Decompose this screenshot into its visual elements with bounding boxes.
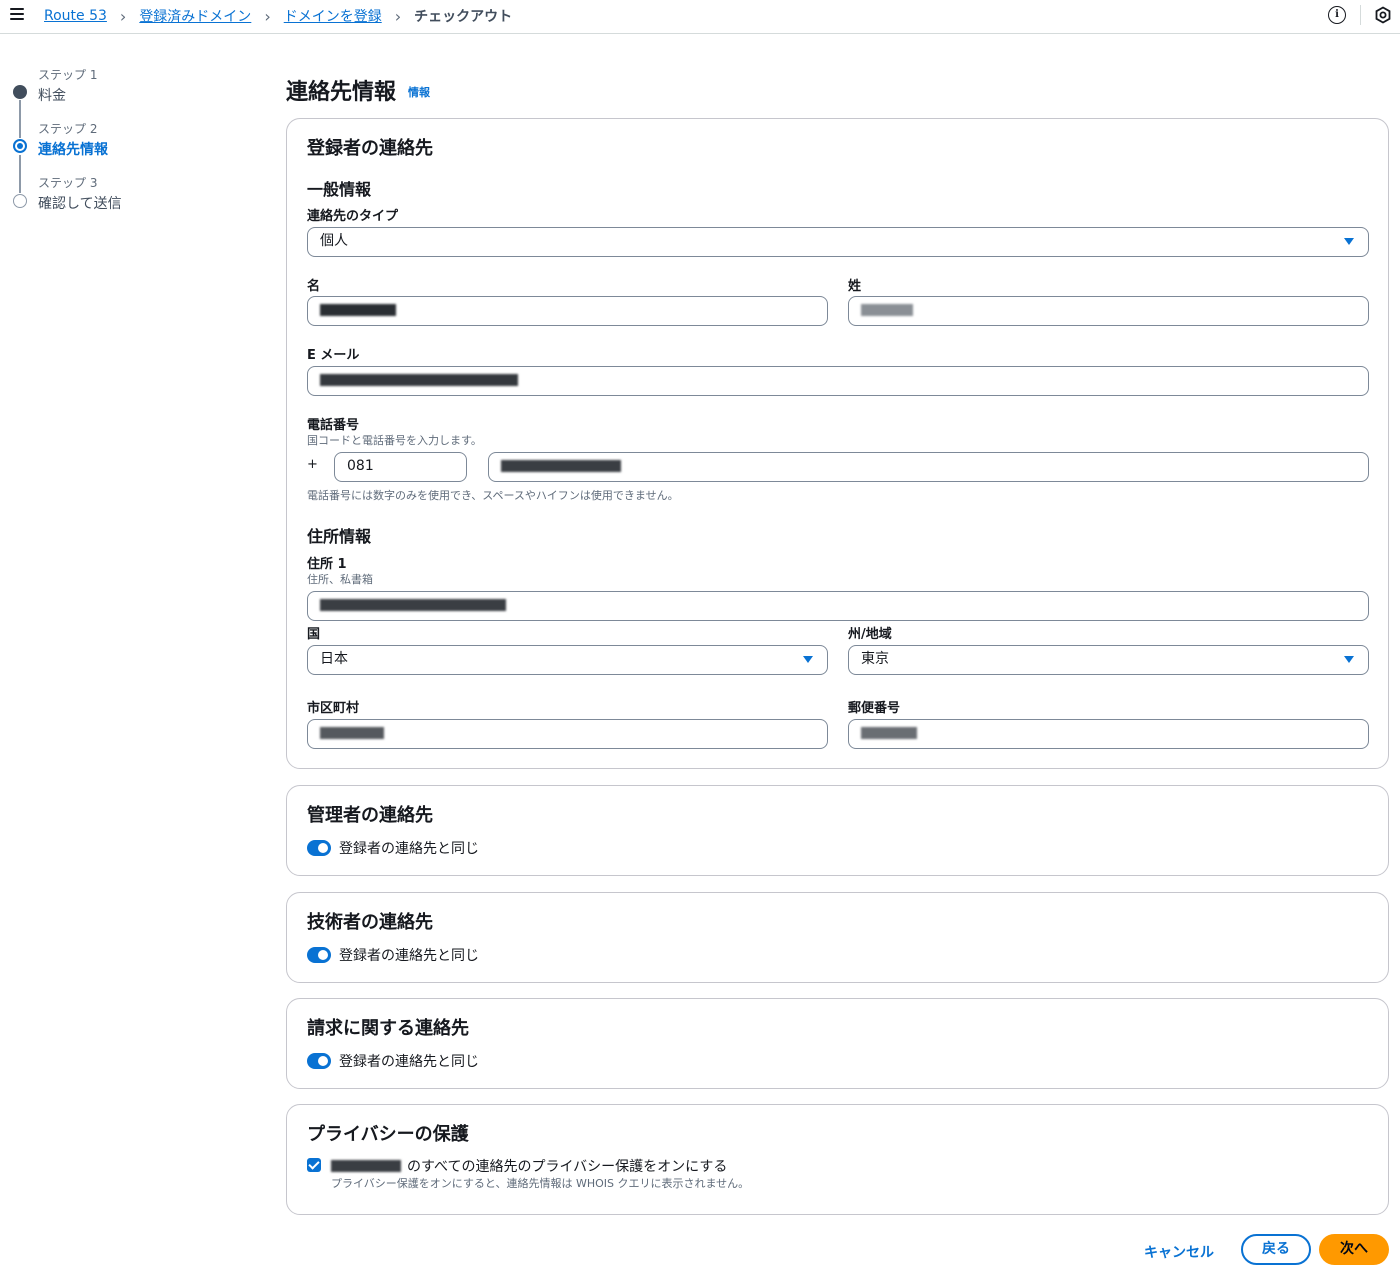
redacted-value: [861, 727, 917, 739]
cancel-button[interactable]: キャンセル: [1136, 1238, 1222, 1266]
page-title: 連絡先情報: [286, 80, 397, 105]
admin-contact-card: 管理者の連絡先 登録者の連絡先と同じ: [286, 785, 1389, 876]
caret-down-icon: [1344, 656, 1354, 663]
hexagon-icon[interactable]: [1374, 6, 1392, 24]
tech-contact-title: 技術者の連絡先: [307, 912, 433, 933]
phone-hint: 電話番号には数字のみを使用でき、スペースやハイフンは使用できません。: [307, 489, 679, 502]
breadcrumb-route53-link[interactable]: Route 53: [44, 8, 107, 24]
country-code-value: 081: [347, 458, 374, 474]
country-value: 日本: [320, 651, 348, 667]
redacted-value: [501, 460, 621, 472]
step-number: ステップ 3: [38, 176, 98, 190]
first-name-input[interactable]: [307, 296, 828, 326]
step-2[interactable]: ステップ 2 連絡先情報: [0, 118, 240, 162]
redacted-value: [320, 599, 506, 611]
privacy-protection-title: プライバシーの保護: [307, 1124, 469, 1145]
address1-input[interactable]: [307, 591, 1369, 621]
step-label: 料金: [38, 88, 66, 104]
city-label: 市区町村: [307, 701, 360, 716]
redacted-value: [861, 304, 913, 316]
info-link[interactable]: 情報: [408, 84, 430, 100]
contact-type-select[interactable]: 個人: [307, 227, 1369, 257]
contact-type-value: 個人: [320, 233, 348, 249]
postal-code-input[interactable]: [848, 719, 1369, 749]
billing-same-toggle[interactable]: [307, 1053, 331, 1069]
state-value: 東京: [861, 651, 889, 667]
step-label: 連絡先情報: [38, 142, 108, 158]
last-name-input[interactable]: [848, 296, 1369, 326]
admin-same-as-registrant: 登録者の連絡先と同じ: [307, 838, 479, 858]
billing-contact-title: 請求に関する連絡先: [307, 1018, 469, 1039]
email-label: E メール: [307, 348, 360, 363]
redacted-value: [320, 304, 396, 316]
address1-description: 住所、私書箱: [307, 573, 373, 586]
breadcrumb: Route 53 › 登録済みドメイン › ドメインを登録 › チェックアウト: [44, 6, 512, 26]
last-name-label: 姓: [848, 279, 862, 294]
email-input[interactable]: [307, 366, 1369, 396]
registrant-contact-card: 登録者の連絡先 一般情報 連絡先のタイプ 個人 名 姓 E メール 電話番号 国…: [286, 118, 1389, 769]
step-3: ステップ 3 確認して送信: [0, 172, 240, 216]
country-select[interactable]: 日本: [307, 645, 828, 675]
phone-number-input[interactable]: [488, 452, 1369, 482]
redacted-value: [320, 727, 384, 739]
phone-description: 国コードと電話番号を入力します。: [307, 434, 482, 447]
country-code-input[interactable]: 081: [334, 452, 467, 482]
city-input[interactable]: [307, 719, 828, 749]
breadcrumb-registered-domains-link[interactable]: 登録済みドメイン: [139, 6, 251, 26]
state-select[interactable]: 東京: [848, 645, 1369, 675]
toolbar-divider: [1360, 5, 1361, 25]
plus-sign: +: [307, 457, 318, 472]
address1-label: 住所 1: [307, 557, 347, 572]
country-label: 国: [307, 627, 321, 642]
privacy-protection-checkbox[interactable]: [307, 1158, 321, 1172]
billing-contact-card: 請求に関する連絡先 登録者の連絡先と同じ: [286, 998, 1389, 1089]
tech-contact-card: 技術者の連絡先 登録者の連絡先と同じ: [286, 892, 1389, 983]
address-info-heading: 住所情報: [307, 527, 372, 546]
chevron-right-icon: ›: [119, 6, 127, 26]
general-info-heading: 一般情報: [307, 180, 372, 199]
caret-down-icon: [1344, 238, 1354, 245]
chevron-right-icon: ›: [394, 6, 402, 26]
top-navigation-bar: Route 53 › 登録済みドメイン › ドメインを登録 › チェックアウト …: [0, 0, 1400, 34]
tech-same-as-registrant: 登録者の連絡先と同じ: [307, 945, 479, 965]
step-1[interactable]: ステップ 1 料金: [0, 64, 240, 108]
privacy-protection-card: プライバシーの保護 のすべての連絡先のプライバシー保護をオンにする プライバシー…: [286, 1104, 1389, 1215]
contact-type-label: 連絡先のタイプ: [307, 209, 399, 224]
step-number: ステップ 2: [38, 122, 98, 136]
first-name-label: 名: [307, 279, 321, 294]
toggle-label: 登録者の連絡先と同じ: [339, 841, 479, 857]
caret-down-icon: [803, 656, 813, 663]
postal-code-label: 郵便番号: [848, 701, 901, 716]
redacted-domain: [331, 1160, 401, 1172]
admin-contact-title: 管理者の連絡先: [307, 805, 433, 826]
toggle-label: 登録者の連絡先と同じ: [339, 948, 479, 964]
billing-same-as-registrant: 登録者の連絡先と同じ: [307, 1051, 479, 1071]
privacy-protection-label[interactable]: のすべての連絡先のプライバシー保護をオンにする: [331, 1156, 727, 1176]
hamburger-menu-icon[interactable]: [10, 8, 24, 21]
registrant-contact-title: 登録者の連絡先: [307, 138, 433, 159]
chevron-right-icon: ›: [264, 6, 271, 26]
privacy-protection-description: プライバシー保護をオンにすると、連絡先情報は WHOIS クエリに表示されません…: [331, 1177, 750, 1190]
breadcrumb-register-domain-link[interactable]: ドメインを登録: [284, 6, 382, 26]
admin-same-toggle[interactable]: [307, 840, 331, 856]
toggle-label: 登録者の連絡先と同じ: [339, 1054, 479, 1070]
back-button[interactable]: 戻る: [1241, 1234, 1311, 1265]
privacy-label-text: のすべての連絡先のプライバシー保護をオンにする: [407, 1159, 728, 1175]
breadcrumb-current: チェックアウト: [414, 9, 513, 25]
tech-same-toggle[interactable]: [307, 947, 331, 963]
state-label: 州/地域: [848, 627, 892, 642]
step-label: 確認して送信: [38, 196, 122, 212]
redacted-value: [320, 374, 518, 386]
step-number: ステップ 1: [38, 68, 98, 82]
next-button[interactable]: 次へ: [1319, 1234, 1389, 1265]
info-icon[interactable]: i: [1328, 6, 1346, 24]
phone-label: 電話番号: [307, 418, 360, 433]
